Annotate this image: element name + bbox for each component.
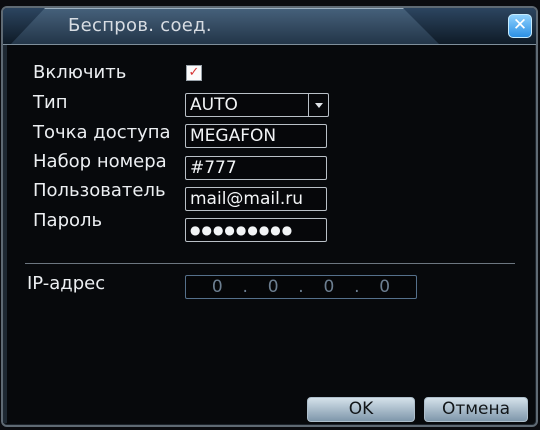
- ip-octet-2: 0: [267, 277, 279, 297]
- apn-label: Точка доступа: [33, 122, 171, 143]
- title-bar: Беспров. соед. ✕: [3, 8, 536, 45]
- cancel-button[interactable]: Отмена: [424, 397, 528, 422]
- close-button[interactable]: ✕: [508, 14, 532, 38]
- dial-value: #777: [190, 158, 237, 178]
- close-icon: ✕: [512, 15, 528, 35]
- check-icon: ✓: [188, 65, 200, 80]
- password-value: ●●●●●●●●●: [190, 223, 294, 237]
- type-value: AUTO: [190, 95, 238, 115]
- ip-octet-4: 0: [379, 277, 391, 297]
- enable-label: Включить: [33, 62, 127, 83]
- ok-button[interactable]: OK: [307, 397, 415, 422]
- section-divider: [25, 263, 515, 264]
- user-input[interactable]: mail@mail.ru: [185, 187, 327, 211]
- ip-address-label: IP-адрес: [27, 273, 106, 294]
- type-select[interactable]: AUTO: [185, 93, 329, 117]
- dialog-title: Беспров. соед.: [68, 15, 212, 36]
- ip-separator: .: [354, 277, 360, 297]
- dropdown-arrow-button[interactable]: [308, 94, 328, 116]
- ip-address-input[interactable]: 0 . 0 . 0 . 0: [185, 275, 417, 299]
- apn-input[interactable]: MEGAFON: [185, 124, 327, 148]
- ip-octet-3: 0: [323, 277, 335, 297]
- user-value: mail@mail.ru: [190, 189, 304, 209]
- left-edge-bar: [3, 45, 7, 423]
- apn-value: MEGAFON: [190, 126, 277, 146]
- ip-separator: .: [298, 277, 304, 297]
- dial-label: Набор номера: [33, 151, 167, 172]
- ip-separator: .: [242, 277, 248, 297]
- dial-number-input[interactable]: #777: [185, 156, 327, 180]
- chevron-down-icon: [314, 102, 323, 108]
- user-label: Пользователь: [33, 180, 166, 201]
- enable-checkbox[interactable]: ✓: [186, 65, 202, 81]
- type-label: Тип: [33, 92, 68, 113]
- password-label: Пароль: [33, 210, 103, 231]
- password-input[interactable]: ●●●●●●●●●: [185, 218, 327, 242]
- ip-octet-1: 0: [211, 277, 223, 297]
- wireless-connection-dialog: Беспров. соед. ✕ Включить ✓ Тип AUTO Точ…: [1, 6, 538, 427]
